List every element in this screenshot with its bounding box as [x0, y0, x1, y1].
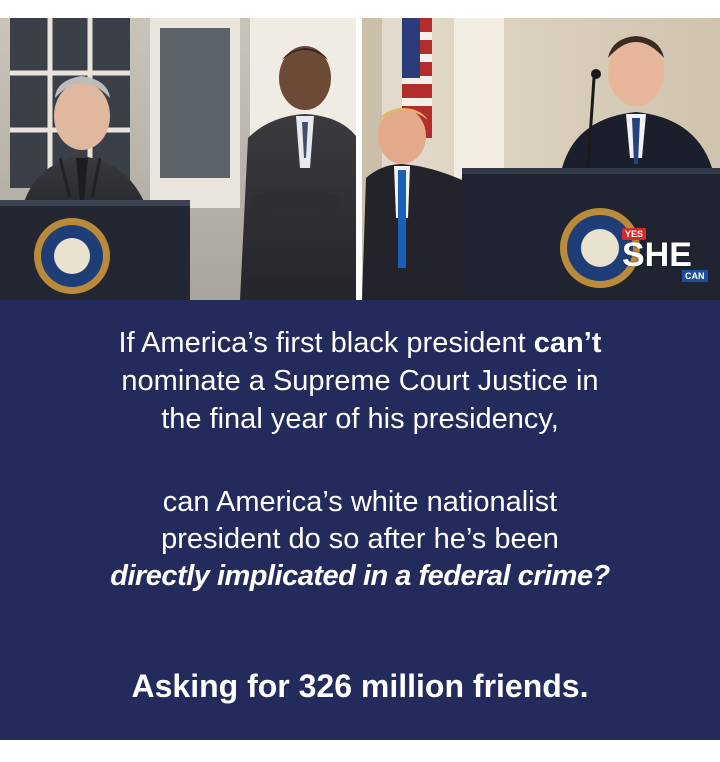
left-photo [0, 18, 356, 300]
meme-card: YES SHE CAN If America’s first black pre… [0, 18, 720, 740]
yes-she-can-logo: YES SHE CAN [620, 226, 712, 290]
paragraph-2-emphasis-line: directly implicated in a federal crime? [110, 560, 610, 592]
paragraph-2-line-1: can America’s white nationalist [162, 486, 558, 518]
paragraph-1-emphasis: can’t [533, 327, 602, 359]
closing-text: Asking for 326 million friends. [131, 668, 589, 704]
paragraph-1-line-2: nominate a Supreme Court Justice in [121, 365, 599, 397]
logo-can-badge: CAN [682, 270, 708, 282]
paragraph-1-line-1-text: If America’s first black president [118, 327, 534, 359]
message-paragraph-2: can America’s white nationalist presiden… [0, 484, 720, 595]
paragraph-2-line-2: president do so after he’s been [161, 523, 559, 555]
left-photo-illustration [0, 18, 356, 300]
message-paragraph-1: If America’s first black president can’t… [0, 324, 720, 438]
photo-row: YES SHE CAN [0, 18, 720, 300]
closing-line: Asking for 326 million friends. [0, 666, 720, 706]
paragraph-1-line-1: If America’s first black president can’t [0, 324, 720, 362]
paragraph-1-line-3: the final year of his presidency, [161, 403, 559, 435]
